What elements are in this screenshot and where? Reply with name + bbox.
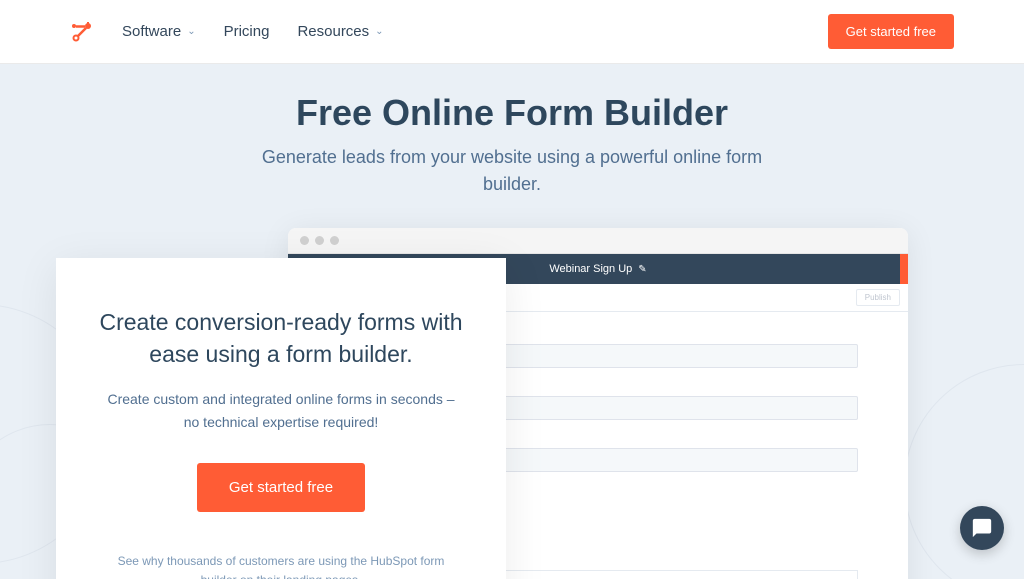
pencil-icon[interactable]: ✎ <box>638 264 646 275</box>
top-nav: Software ⌄ Pricing Resources ⌄ Get start… <box>0 0 1024 64</box>
app-header-title: Webinar Sign Up <box>549 263 632 275</box>
chevron-down-icon: ⌄ <box>375 26 383 37</box>
chevron-down-icon: ⌄ <box>187 26 195 37</box>
accent-strip <box>900 254 908 284</box>
nav-left: Software ⌄ Pricing Resources ⌄ <box>70 20 384 44</box>
hero-section: Free Online Form Builder Generate leads … <box>0 64 1024 579</box>
promo-title: Create conversion-ready forms with ease … <box>98 306 464 370</box>
nav-label: Pricing <box>224 23 270 40</box>
promo-description: Create custom and integrated online form… <box>98 388 464 433</box>
hubspot-logo-icon[interactable] <box>70 20 94 44</box>
nav-item-resources[interactable]: Resources ⌄ <box>297 23 383 40</box>
browser-chrome-bar <box>288 228 908 254</box>
window-dot-icon <box>330 236 339 245</box>
promo-cta-button[interactable]: Get started free <box>197 463 365 512</box>
hero-title: Free Online Form Builder <box>0 92 1024 134</box>
nav-item-pricing[interactable]: Pricing <box>224 23 270 40</box>
promo-card: Create conversion-ready forms with ease … <box>56 258 506 579</box>
nav-label: Software <box>122 23 181 40</box>
nav-label: Resources <box>297 23 369 40</box>
window-dot-icon <box>315 236 324 245</box>
content-wrap: Webinar Sign Up ✎ Form Options Test Publ… <box>0 228 1024 579</box>
promo-footer: See why thousands of customers are using… <box>98 552 464 579</box>
hero-subtitle: Generate leads from your website using a… <box>232 144 792 198</box>
chat-icon <box>971 517 993 539</box>
publish-button[interactable]: Publish <box>856 289 900 306</box>
window-dot-icon <box>300 236 309 245</box>
get-started-button[interactable]: Get started free <box>828 14 954 49</box>
chat-widget-button[interactable] <box>960 506 1004 550</box>
nav-item-software[interactable]: Software ⌄ <box>122 23 196 40</box>
